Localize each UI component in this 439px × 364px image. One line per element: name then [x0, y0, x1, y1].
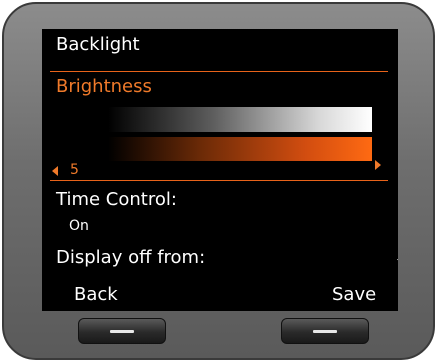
brightness-heading: Brightness [56, 76, 152, 97]
time-control-value: On [69, 218, 89, 234]
back-softkey[interactable]: Back [74, 284, 118, 305]
screen-title: Backlight [56, 34, 140, 55]
brightness-bar-orange [108, 137, 372, 161]
minus-icon [110, 330, 134, 333]
minus-icon [313, 330, 337, 333]
brightness-divider [50, 180, 388, 181]
arrow-right-icon[interactable] [375, 160, 381, 170]
save-softkey[interactable]: Save [332, 284, 376, 305]
left-hardware-button[interactable] [78, 318, 166, 344]
softkey-bar: Back Save [42, 282, 398, 311]
arrow-left-icon[interactable] [52, 166, 58, 176]
display-screen: Backlight Brightness 5 Time Control: On … [42, 29, 398, 311]
arrow-down-icon[interactable] [397, 259, 398, 265]
phone-device: Backlight Brightness 5 Time Control: On … [2, 2, 435, 360]
brightness-bar-white [108, 107, 372, 132]
display-off-label[interactable]: Display off from: [56, 247, 205, 268]
right-hardware-button[interactable] [281, 318, 369, 344]
time-control-label[interactable]: Time Control: [56, 189, 177, 210]
brightness-level: 5 [70, 162, 79, 178]
title-divider [50, 71, 388, 72]
